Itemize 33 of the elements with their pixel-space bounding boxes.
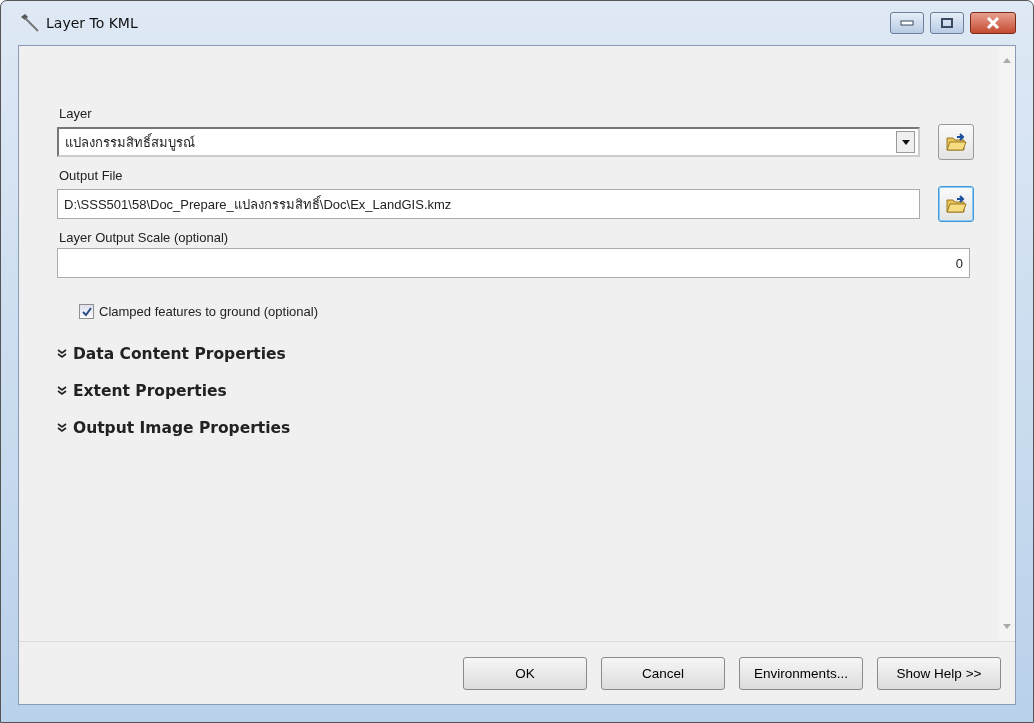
scroll-up-icon[interactable] <box>1002 58 1011 63</box>
browse-button[interactable] <box>938 186 974 222</box>
dialog-button[interactable]: Cancel <box>601 656 725 690</box>
field-label: Layer Output Scale (optional) <box>59 230 230 245</box>
scroll-down-icon[interactable] <box>1002 624 1011 629</box>
close-icon <box>986 17 1000 29</box>
close-button[interactable] <box>970 12 1016 34</box>
dialog-button[interactable]: Environments... <box>739 656 863 690</box>
chevron-icon <box>57 386 67 396</box>
input-field[interactable]: 0 <box>57 248 970 278</box>
scrollbar[interactable] <box>998 46 1015 641</box>
input-field[interactable]: D:\SSS501\58\Doc_Prepare_แปลงกรรมสิทธิ์\Doc\Ex_LandGIS.kmz <box>57 189 920 219</box>
section-header[interactable]: Extent Properties <box>57 382 227 400</box>
checkbox-label: Clamped features to ground (optional) <box>99 304 318 319</box>
minimize-button[interactable] <box>890 12 924 34</box>
folder-icon <box>945 193 967 215</box>
maximize-icon <box>941 18 953 28</box>
minimize-icon <box>900 20 914 26</box>
caret-icon[interactable] <box>896 131 915 153</box>
dialog-button[interactable]: Show Help >> <box>877 656 1001 690</box>
chevron-icon <box>57 349 67 359</box>
section-header[interactable]: Data Content Properties <box>57 345 286 363</box>
browse-button[interactable] <box>938 124 974 160</box>
checkbox[interactable] <box>79 304 94 319</box>
chevron-icon <box>57 423 67 433</box>
layer-dropdown[interactable]: แปลงกรรมสิทธิ์สมบูรณ์ <box>57 127 920 157</box>
window-title: Layer To KML <box>46 15 139 31</box>
dialog-button[interactable]: OK <box>463 656 587 690</box>
section-header[interactable]: Output Image Properties <box>57 419 291 437</box>
field-label: Layer <box>59 106 93 121</box>
folder-icon <box>945 131 967 153</box>
maximize-button[interactable] <box>930 12 964 34</box>
field-label: Output File <box>59 168 124 183</box>
